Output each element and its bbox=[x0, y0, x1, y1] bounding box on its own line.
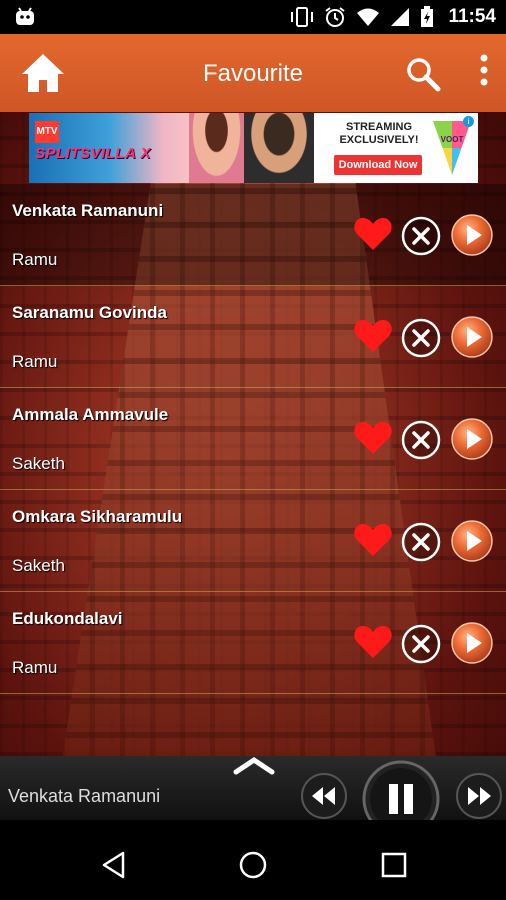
remove-close-icon[interactable] bbox=[401, 318, 441, 358]
chevron-up-icon[interactable] bbox=[232, 754, 276, 776]
player-bar: Venkata Ramanuni bbox=[0, 754, 506, 838]
list-item[interactable]: Omkara Sikharamulu Saketh bbox=[0, 490, 506, 592]
clock: 11:54 bbox=[448, 6, 496, 27]
android-icon bbox=[16, 7, 34, 25]
artist-name: Ramu bbox=[12, 658, 58, 677]
favourite-heart-icon[interactable] bbox=[353, 216, 393, 252]
battery-icon bbox=[421, 6, 434, 27]
back-icon[interactable] bbox=[99, 850, 129, 880]
ad-headline-line1: STREAMING bbox=[346, 121, 412, 133]
recents-icon[interactable] bbox=[379, 850, 409, 880]
song-title: Omkara Sikharamulu bbox=[12, 507, 183, 526]
song-title: Saranamu Govinda bbox=[12, 303, 167, 322]
list-item[interactable]: Ammala Ammavule Saketh bbox=[0, 388, 506, 490]
favourites-list: Venkata Ramanuni Ramu Saranamu Govinda Ramu… bbox=[0, 184, 506, 694]
ad-photo-man bbox=[244, 113, 314, 183]
remove-close-icon[interactable] bbox=[401, 420, 441, 460]
fast-forward-button[interactable] bbox=[455, 772, 503, 820]
play-button[interactable] bbox=[450, 519, 494, 563]
ad-brand: SPLITSVILLA X bbox=[35, 145, 151, 162]
play-button[interactable] bbox=[450, 417, 494, 461]
ad-photo-woman bbox=[189, 113, 244, 183]
list-item[interactable]: Venkata Ramanuni Ramu bbox=[0, 184, 506, 286]
artist-name: Ramu bbox=[12, 352, 58, 371]
artist-name: Saketh bbox=[12, 454, 65, 473]
now-playing-title: Venkata Ramanuni bbox=[8, 786, 161, 806]
song-title: Ammala Ammavule bbox=[12, 405, 169, 424]
ad-download-button[interactable]: Download Now bbox=[334, 155, 422, 175]
ad-banner[interactable]: MTV SPLITSVILLA X STREAMING EXCLUSIVELY!… bbox=[29, 113, 478, 183]
play-button[interactable] bbox=[450, 621, 494, 665]
artist-name: Saketh bbox=[12, 556, 65, 575]
remove-close-icon[interactable] bbox=[401, 522, 441, 562]
favourite-heart-icon[interactable] bbox=[353, 318, 393, 354]
cell-signal-icon bbox=[391, 8, 410, 26]
rewind-button[interactable] bbox=[300, 772, 348, 820]
artist-name: Ramu bbox=[12, 250, 58, 269]
app-bar: Favourite bbox=[0, 34, 506, 112]
overflow-menu-icon[interactable] bbox=[474, 52, 494, 92]
remove-close-icon[interactable] bbox=[401, 216, 441, 256]
alarm-icon bbox=[325, 7, 346, 27]
play-button[interactable] bbox=[450, 213, 494, 257]
mtv-logo: MTV bbox=[35, 121, 59, 143]
play-button[interactable] bbox=[450, 315, 494, 359]
vibrate-icon bbox=[291, 7, 314, 27]
voot-logo: VOOT bbox=[433, 121, 471, 175]
home-nav-icon[interactable] bbox=[238, 850, 268, 880]
ad-info-icon[interactable]: i bbox=[463, 116, 474, 127]
list-item[interactable]: Saranamu Govinda Ramu bbox=[0, 286, 506, 388]
favourite-heart-icon[interactable] bbox=[353, 522, 393, 558]
favourite-heart-icon[interactable] bbox=[353, 624, 393, 660]
remove-close-icon[interactable] bbox=[401, 624, 441, 664]
system-nav-bar bbox=[0, 820, 506, 900]
favourite-heart-icon[interactable] bbox=[353, 420, 393, 456]
wifi-icon bbox=[357, 8, 380, 26]
voot-label: VOOT bbox=[440, 135, 464, 144]
list-item[interactable]: Edukondalavi Ramu bbox=[0, 592, 506, 694]
song-title: Venkata Ramanuni bbox=[12, 201, 164, 220]
ad-headline-line2: EXCLUSIVELY! bbox=[339, 134, 419, 146]
song-title: Edukondalavi bbox=[12, 609, 123, 628]
ad-headline: STREAMING EXCLUSIVELY! bbox=[329, 121, 429, 147]
status-bar: 11:54 bbox=[0, 0, 506, 34]
search-icon[interactable] bbox=[405, 56, 441, 92]
